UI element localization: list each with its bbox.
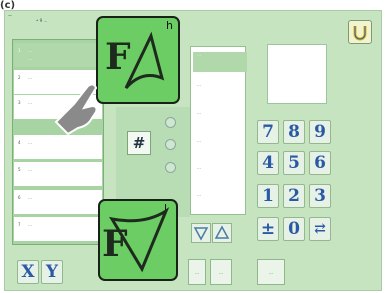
circle-icon[interactable] <box>165 162 176 173</box>
list-item-index: 4 <box>18 140 21 145</box>
key-9[interactable]: 9 <box>309 120 331 144</box>
key-2[interactable]: 2 <box>283 184 305 208</box>
triangle-down-button[interactable] <box>191 223 211 243</box>
magnet-icon <box>353 26 367 41</box>
option-item-6[interactable]: … <box>193 192 247 212</box>
key-4[interactable]: 4 <box>257 151 279 175</box>
list-item-index: 1 <box>18 48 21 53</box>
option-item-2[interactable]: … <box>193 82 247 102</box>
list-item-line1: … <box>28 167 32 172</box>
bottom-button-2[interactable]: … <box>210 259 232 285</box>
shape-h-button[interactable]: h F <box>96 16 180 104</box>
list-item-5[interactable] <box>14 162 102 186</box>
shape-l-button[interactable]: l F <box>98 199 178 281</box>
y-axis-button[interactable]: Y <box>41 260 63 284</box>
triangle-up-icon <box>214 225 230 239</box>
list-item-index: 3 <box>18 100 21 105</box>
option-item-1[interactable]: … <box>193 52 247 72</box>
hand-pointer-icon <box>54 83 98 136</box>
shape-h-icon <box>124 31 165 90</box>
key-3[interactable]: 3 <box>309 184 331 208</box>
list-item-line1: … <box>28 48 32 53</box>
list-item-7[interactable] <box>14 217 102 241</box>
triangle-up-button[interactable] <box>212 223 232 243</box>
key-8[interactable]: 8 <box>283 120 305 144</box>
list-item-line1: … <box>28 222 32 227</box>
list-item-index: 6 <box>18 195 21 200</box>
key-swap[interactable]: ⇄ <box>309 217 331 241</box>
header-text: • 9 … <box>36 18 48 23</box>
list-item-line1: … <box>28 140 32 145</box>
list-item-line1: … <box>28 195 32 200</box>
list-item-index: 2 <box>18 75 21 80</box>
triangle-down-icon <box>193 227 209 241</box>
magnet-button[interactable] <box>348 20 372 44</box>
key-5[interactable]: 5 <box>283 151 305 175</box>
x-axis-button[interactable]: X <box>17 260 39 284</box>
list-item-line1: … <box>28 75 32 80</box>
list-item-line1: … <box>28 100 32 105</box>
screen-label: — <box>8 13 12 18</box>
bottom-button-1[interactable]: … <box>188 259 206 285</box>
list-item-index: 7 <box>18 222 21 227</box>
option-item-4[interactable]: … <box>193 138 247 158</box>
circle-icon[interactable] <box>165 139 176 150</box>
shape-l-icon <box>108 207 170 273</box>
key-0[interactable]: 0 <box>283 217 305 241</box>
list-item-6[interactable] <box>14 190 102 214</box>
value-display <box>267 44 327 104</box>
list-item-4[interactable] <box>14 135 102 159</box>
key-7[interactable]: 7 <box>257 120 279 144</box>
option-item-5[interactable]: … <box>193 165 247 185</box>
key-6[interactable]: 6 <box>309 151 331 175</box>
key-plus-minus[interactable]: ± <box>257 217 279 241</box>
list-item-line2: … <box>28 56 32 61</box>
hash-button[interactable]: # <box>127 131 151 155</box>
circle-icon[interactable] <box>165 117 176 128</box>
list-item-index: 5 <box>18 167 21 172</box>
key-1[interactable]: 1 <box>257 184 279 208</box>
option-item-3[interactable]: … <box>193 110 247 130</box>
list-item-1[interactable] <box>14 43 102 67</box>
bottom-button-3[interactable]: … <box>257 259 285 285</box>
